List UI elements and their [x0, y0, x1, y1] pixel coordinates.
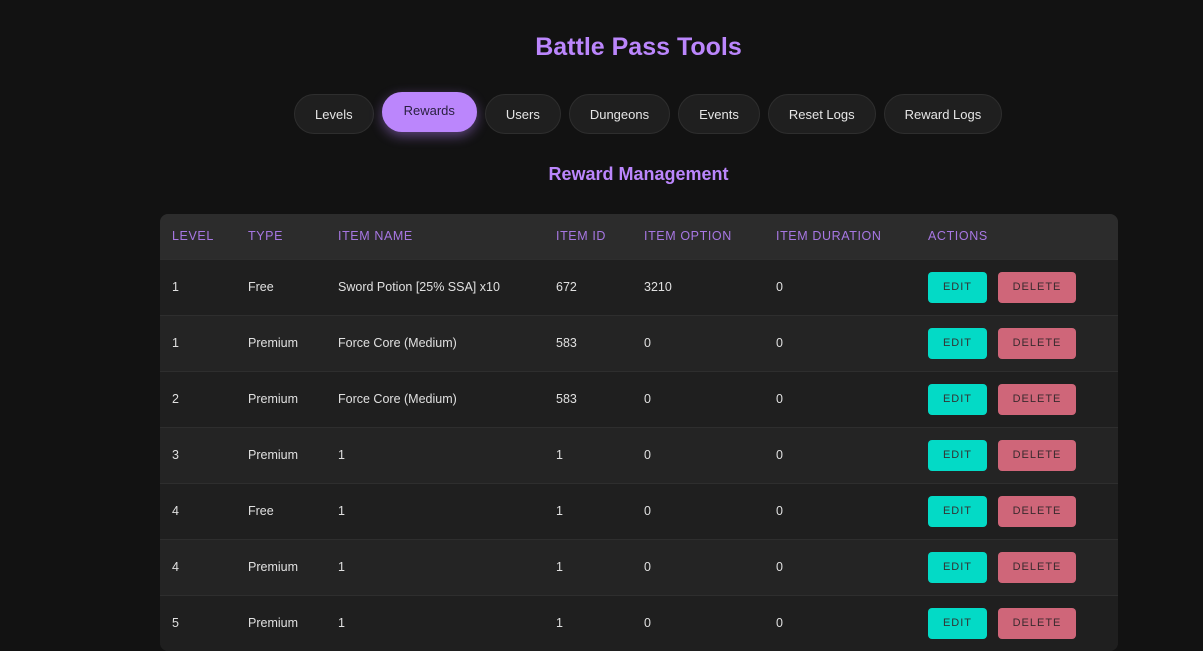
table-header-row: LEVEL TYPE ITEM NAME ITEM ID ITEM OPTION… [160, 214, 1118, 259]
nav-tabs: Levels Rewards Users Dungeons Events Res… [294, 92, 1003, 134]
cell-item-name: 1 [338, 560, 345, 574]
cell-type: Premium [248, 448, 299, 462]
column-header-item-id: ITEM ID [556, 229, 607, 244]
cell-level: 4 [172, 504, 179, 518]
tab-users[interactable]: Users [484, 94, 561, 134]
cell-item-option: 0 [644, 392, 651, 406]
cell-item-duration: 0 [776, 448, 783, 462]
table-row: 4 Premium 1 1 0 0 EDIT DELETE [160, 539, 1118, 595]
edit-button[interactable]: EDIT [928, 439, 987, 471]
table-row: 3 Premium 1 1 0 0 EDIT DELETE [160, 427, 1118, 483]
delete-button[interactable]: DELETE [998, 327, 1076, 359]
edit-button[interactable]: EDIT [928, 383, 987, 415]
edit-button[interactable]: EDIT [928, 495, 987, 527]
tab-reset-logs[interactable]: Reset Logs [767, 94, 876, 134]
cell-item-duration: 0 [776, 336, 783, 350]
edit-button[interactable]: EDIT [928, 551, 987, 583]
cell-actions: EDIT DELETE [916, 539, 1118, 595]
cell-item-name: Sword Potion [25% SSA] x10 [338, 280, 500, 294]
cell-type: Premium [248, 616, 299, 631]
cell-item-option: 0 [644, 560, 651, 574]
cell-item-option: 0 [644, 504, 651, 518]
column-header-type: TYPE [248, 229, 284, 244]
delete-button[interactable]: DELETE [998, 551, 1076, 583]
cell-item-id: 1 [556, 448, 563, 462]
column-header-actions: ACTIONS [928, 229, 988, 244]
cell-type: Premium [248, 336, 299, 350]
cell-item-id: 1 [556, 616, 563, 631]
delete-button[interactable]: DELETE [998, 439, 1076, 471]
cell-type: Premium [248, 392, 299, 406]
cell-item-name: 1 [338, 504, 345, 518]
cell-level: 4 [172, 560, 179, 574]
cell-level: 3 [172, 448, 179, 462]
column-header-level: LEVEL [172, 229, 214, 244]
cell-actions: EDIT DELETE [916, 595, 1118, 651]
cell-item-duration: 0 [776, 280, 783, 294]
table-row: 1 Free Sword Potion [25% SSA] x10 672 3210 0 E… [160, 259, 1118, 315]
delete-button[interactable]: DELETE [998, 271, 1076, 303]
cell-item-name: 1 [338, 616, 345, 631]
delete-button[interactable]: DELETE [998, 383, 1076, 415]
delete-button[interactable]: DELETE [998, 607, 1076, 639]
table-row: 1 Premium Force Core (Medium) 583 0 0 EDIT DELE… [160, 315, 1118, 371]
cell-item-name: 1 [338, 448, 345, 462]
table-row: 2 Premium Force Core (Medium) 583 0 0 EDIT DELE… [160, 371, 1118, 427]
cell-item-id: 1 [556, 560, 563, 574]
cell-item-name: Force Core (Medium) [338, 392, 457, 406]
edit-button[interactable]: EDIT [928, 327, 987, 359]
cell-item-id: 583 [556, 336, 577, 350]
cell-item-duration: 0 [776, 392, 783, 406]
cell-level: 1 [172, 280, 179, 294]
tab-rewards[interactable]: Rewards [381, 92, 477, 132]
column-header-item-option: ITEM OPTION [644, 229, 732, 244]
tab-reward-logs[interactable]: Reward Logs [883, 94, 1003, 134]
cell-item-option: 0 [644, 616, 651, 631]
page-title: Battle Pass Tools [535, 33, 742, 61]
delete-button[interactable]: DELETE [998, 495, 1076, 527]
cell-type: Free [248, 504, 274, 518]
cell-type: Premium [248, 560, 299, 574]
rewards-table: LEVEL TYPE ITEM NAME ITEM ID ITEM OPTION… [160, 214, 1118, 651]
table-row: 4 Free 1 1 0 0 EDIT DELETE [160, 483, 1118, 539]
tab-dungeons[interactable]: Dungeons [568, 94, 671, 134]
cell-item-name: Force Core (Medium) [338, 336, 457, 350]
section-title: Reward Management [548, 164, 729, 184]
cell-actions: EDIT DELETE [916, 427, 1118, 483]
column-header-item-name: ITEM NAME [338, 229, 413, 244]
cell-item-option: 0 [644, 448, 651, 462]
edit-button[interactable]: EDIT [928, 271, 987, 303]
cell-item-duration: 0 [776, 616, 783, 631]
cell-level: 2 [172, 392, 179, 406]
cell-item-id: 672 [556, 280, 577, 294]
column-header-item-duration: ITEM DURATION [776, 229, 882, 244]
table-row: 5 Premium 1 1 0 0 EDIT DELETE [160, 595, 1118, 651]
cell-item-duration: 0 [776, 560, 783, 574]
cell-actions: EDIT DELETE [916, 259, 1118, 315]
tab-events[interactable]: Events [678, 94, 760, 134]
edit-button[interactable]: EDIT [928, 607, 987, 639]
cell-actions: EDIT DELETE [916, 371, 1118, 427]
cell-level: 5 [172, 616, 179, 631]
cell-item-option: 3210 [644, 280, 672, 294]
cell-actions: EDIT DELETE [916, 483, 1118, 539]
cell-level: 1 [172, 336, 179, 350]
cell-item-id: 1 [556, 504, 563, 518]
cell-actions: EDIT DELETE [916, 315, 1118, 371]
cell-item-id: 583 [556, 392, 577, 406]
cell-item-option: 0 [644, 336, 651, 350]
cell-item-duration: 0 [776, 504, 783, 518]
cell-type: Free [248, 280, 274, 294]
tab-levels[interactable]: Levels [294, 94, 374, 134]
